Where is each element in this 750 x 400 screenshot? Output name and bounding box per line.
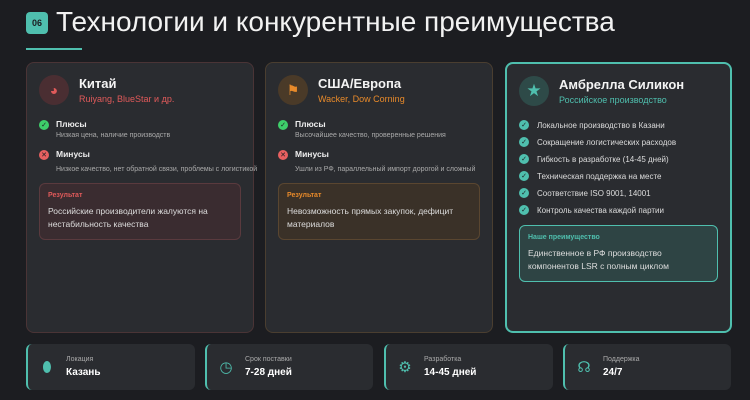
check-icon: ✓ bbox=[519, 137, 529, 147]
stat-label: Срок поставки bbox=[245, 356, 292, 363]
check-icon: ✓ bbox=[519, 120, 529, 130]
advantage-item-text: Гибкость в разработке (14-45 дней) bbox=[537, 154, 669, 164]
stat-card: ◷ Срок поставки 7-28 дней bbox=[205, 344, 373, 390]
advantage-item-text: Контроль качества каждой партии bbox=[537, 205, 664, 215]
stat-card: ⬮ Локация Казань bbox=[26, 344, 195, 390]
stat-card: ☊ Поддержка 24/7 bbox=[563, 344, 731, 390]
result-text: Невозможность прямых закупок, дефицит ма… bbox=[287, 206, 454, 229]
card-usa-europe: ⚑ США/Европа Wacker, Dow Corning ✓ Плюсы Вы… bbox=[265, 62, 493, 333]
stat-value: 14-45 дней bbox=[424, 367, 477, 378]
minus-label: Минусы bbox=[295, 149, 329, 159]
gears-icon: ⚙ bbox=[398, 359, 412, 376]
plus-label: Плюсы bbox=[56, 119, 87, 129]
card-title: Амбрелла Силикон bbox=[559, 77, 685, 92]
advantage-item: ✓ Гибкость в разработке (14-45 дней) bbox=[519, 154, 718, 164]
advantage-item-text: Локальное производство в Казани bbox=[537, 120, 665, 130]
check-icon: ✓ bbox=[278, 120, 288, 130]
stat-value: 24/7 bbox=[603, 367, 623, 378]
minus-text: Ушли из РФ, параллельный импорт дорогой … bbox=[295, 166, 476, 173]
advantage-label: Наше преимущество bbox=[528, 234, 600, 241]
card-subtitle: Ruiyang, BlueStar и др. bbox=[79, 94, 175, 104]
stat-label: Разработка bbox=[424, 356, 462, 363]
plus-text: Низкая цена, наличие производств bbox=[56, 132, 171, 139]
check-icon: ✓ bbox=[519, 188, 529, 198]
star-icon: ★ bbox=[519, 76, 549, 106]
advantage-item: ✓ Контроль качества каждой партии bbox=[519, 205, 718, 215]
stat-value: Казань bbox=[66, 367, 101, 378]
result-box: Результат Российские производители жалуют… bbox=[39, 183, 241, 240]
advantage-item-text: Соответствие ISO 9001, 14001 bbox=[537, 188, 651, 198]
stat-card: ⚙ Разработка 14-45 дней bbox=[384, 344, 553, 390]
check-icon: ✓ bbox=[519, 171, 529, 181]
stat-value: 7-28 дней bbox=[245, 367, 292, 378]
result-box: Результат Невозможность прямых закупок, д… bbox=[278, 183, 480, 240]
card-title: Китай bbox=[79, 76, 117, 91]
cross-icon: ✕ bbox=[278, 150, 288, 160]
card-subtitle: Российское производство bbox=[559, 95, 667, 105]
plus-text: Высочайшее качество, проверенные решения bbox=[295, 132, 446, 139]
advantage-item: ✓ Техническая поддержка на месте bbox=[519, 171, 718, 181]
slide-number-badge: 06 bbox=[26, 12, 48, 34]
stat-label: Локация bbox=[66, 356, 94, 363]
check-icon: ✓ bbox=[39, 120, 49, 130]
stat-label: Поддержка bbox=[603, 356, 640, 363]
check-icon: ✓ bbox=[519, 154, 529, 164]
title-underline bbox=[26, 48, 82, 50]
page-title: Технологии и конкурентные преимущества bbox=[56, 6, 615, 37]
advantage-item: ✓ Локальное производство в Казани bbox=[519, 120, 718, 130]
check-icon: ✓ bbox=[519, 205, 529, 215]
advantage-item: ✓ Сокращение логистических расходов bbox=[519, 137, 718, 147]
minus-text: Низкое качество, нет обратной связи, про… bbox=[56, 166, 258, 173]
card-subtitle: Wacker, Dow Corning bbox=[318, 94, 405, 104]
headset-icon: ☊ bbox=[577, 359, 591, 376]
clock-icon: ◷ bbox=[219, 359, 233, 376]
advantage-box: Наше преимущество Единственное в РФ произ… bbox=[519, 225, 718, 282]
globe-icon: ◕ bbox=[39, 75, 69, 105]
plus-label: Плюсы bbox=[295, 119, 326, 129]
cross-icon: ✕ bbox=[39, 150, 49, 160]
minus-label: Минусы bbox=[56, 149, 90, 159]
advantage-item-text: Техническая поддержка на месте bbox=[537, 171, 662, 181]
result-text: Российские производители жалуются на нес… bbox=[48, 206, 208, 229]
advantage-item-text: Сокращение логистических расходов bbox=[537, 137, 677, 147]
result-label: Результат bbox=[287, 192, 322, 199]
map-pin-icon: ⬮ bbox=[42, 358, 52, 376]
advantage-text: Единственное в РФ производство компонент… bbox=[528, 248, 669, 271]
result-label: Результат bbox=[48, 192, 83, 199]
card-china: ◕ Китай Ruiyang, BlueStar и др. ✓ Плюсы Низ… bbox=[26, 62, 258, 333]
flag-icon: ⚑ bbox=[278, 75, 308, 105]
card-title: США/Европа bbox=[318, 76, 402, 91]
advantage-item: ✓ Соответствие ISO 9001, 14001 bbox=[519, 188, 718, 198]
card-umbrella-silicone: ★ Амбрелла Силикон Российское производств… bbox=[505, 62, 732, 333]
